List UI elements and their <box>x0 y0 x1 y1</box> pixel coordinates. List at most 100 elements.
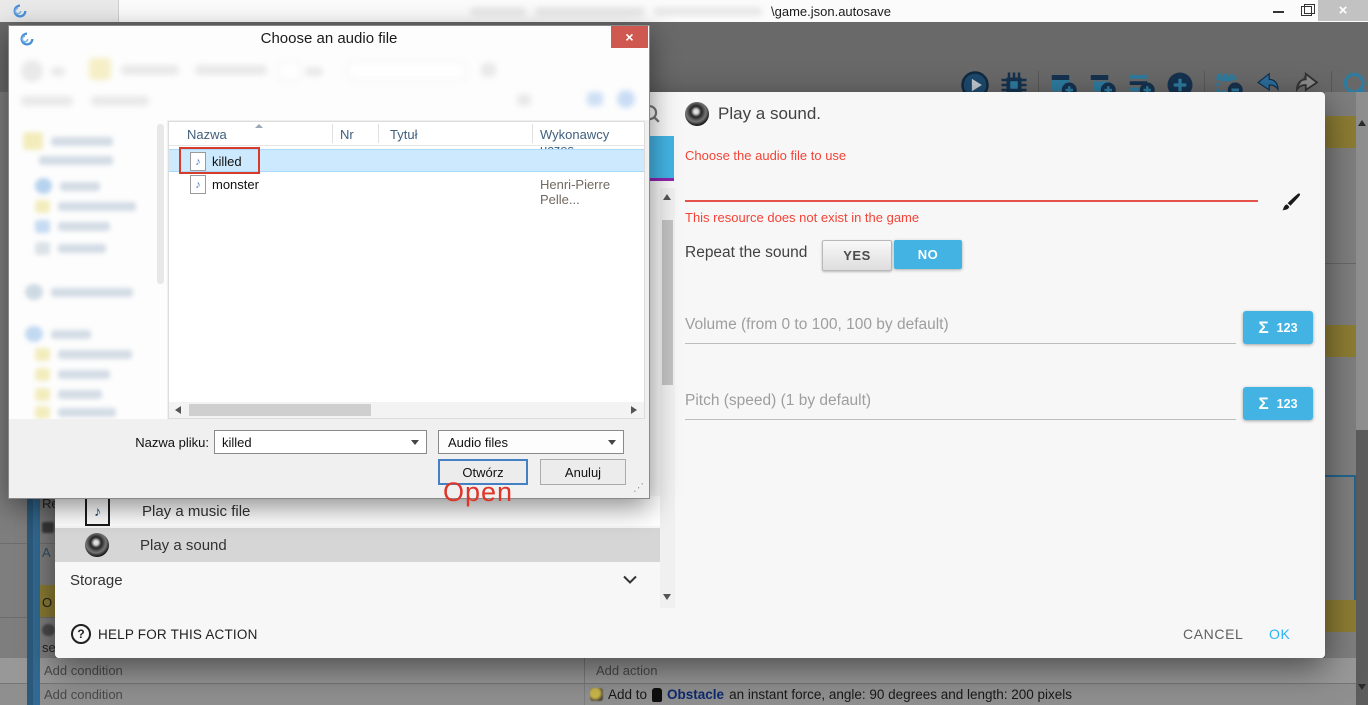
expression-badge: 123 <box>1277 397 1298 411</box>
category-tab-selected[interactable] <box>649 136 674 181</box>
events-scrollbar[interactable] <box>1356 92 1368 705</box>
close-icon: × <box>1339 3 1348 18</box>
scroll-down-icon[interactable] <box>663 594 671 600</box>
events-sheet-right <box>1325 92 1356 705</box>
action-object-name: Obstacle <box>667 687 724 702</box>
help-label: HELP FOR THIS ACTION <box>98 627 258 642</box>
scrollbar-thumb[interactable] <box>662 220 673 385</box>
column-divider[interactable] <box>378 124 379 143</box>
action-text-prefix: Add to <box>608 687 647 702</box>
audio-error-text: This resource does not exist in the game <box>685 210 919 225</box>
expression-badge: 123 <box>1277 321 1298 335</box>
file-list-panel: Nazwa Nr Tytuł Wykonawcy uczes... ♪ kill… <box>168 121 645 419</box>
minimize-button[interactable] <box>1266 0 1290 21</box>
blurred-blob <box>481 63 496 77</box>
annotation-rectangle <box>179 147 260 174</box>
column-header-title[interactable]: Tytuł <box>390 127 417 142</box>
filename-combobox[interactable]: killed <box>214 430 427 454</box>
action-list-item-music[interactable]: ♪ Play a music file <box>55 496 660 526</box>
file-artist: Henri-Pierre Pelle... <box>540 177 644 207</box>
explorer-toolbar-blurred <box>9 52 649 120</box>
file-row-monster[interactable]: ♪ monster Henri-Pierre Pelle... <box>169 173 644 196</box>
close-icon: × <box>625 30 633 44</box>
speaker-icon <box>85 533 109 557</box>
volume-field[interactable]: Volume (from 0 to 100, 100 by default) <box>685 314 1236 344</box>
action-list-item-sound[interactable]: Play a sound <box>55 528 660 562</box>
audio-field-underline <box>685 200 1258 202</box>
restore-icon-back <box>1304 4 1315 14</box>
cancel-button[interactable]: Anuluj <box>540 459 626 485</box>
pitch-expression-button[interactable]: Σ 123 <box>1243 387 1313 420</box>
annotation-open-label: Open <box>443 477 513 508</box>
scroll-right-icon[interactable] <box>631 406 637 414</box>
action-title: Play a sound. <box>718 104 821 124</box>
resize-grip-icon[interactable]: ⋰ <box>633 481 644 494</box>
music-note-glyph: ♪ <box>195 179 201 191</box>
no-label: NO <box>918 247 939 262</box>
audio-file-icon: ♪ <box>190 175 206 194</box>
action-list-item-label: Play a music file <box>142 503 250 520</box>
ok-button[interactable]: OK <box>1269 626 1290 642</box>
help-icon: ? <box>71 624 91 644</box>
scroll-up-icon[interactable] <box>663 194 671 200</box>
window-title-text: \game.json.autosave <box>771 4 891 19</box>
row-separator <box>1325 263 1356 264</box>
event-indent-bars <box>27 658 40 705</box>
volume-expression-button[interactable]: Σ 123 <box>1243 311 1313 344</box>
selected-event-outline <box>1321 475 1356 606</box>
pitch-underline <box>685 419 1236 420</box>
dropdown-arrow-icon[interactable] <box>411 440 419 445</box>
pitch-field[interactable]: Pitch (speed) (1 by default) <box>685 390 1236 420</box>
music-note-glyph: ♪ <box>94 503 101 519</box>
cancel-button-label: Anuluj <box>565 465 601 480</box>
blurred-breadcrumb <box>195 65 267 75</box>
column-divider[interactable] <box>532 124 533 143</box>
minimize-icon <box>1273 11 1284 13</box>
window-tab[interactable] <box>0 0 119 22</box>
cancel-button[interactable]: CANCEL <box>1183 626 1243 642</box>
pitch-label: Pitch (speed) (1 by default) <box>685 392 871 410</box>
partial-event-text: A <box>42 545 51 560</box>
window-title: \game.json.autosave <box>470 4 891 19</box>
restore-button[interactable] <box>1294 0 1318 21</box>
hscrollbar-thumb[interactable] <box>189 404 371 416</box>
dropdown-arrow-icon[interactable] <box>608 440 616 445</box>
file-list-hscrollbar[interactable] <box>169 402 644 418</box>
sort-asc-icon <box>255 124 263 128</box>
file-dialog-titlebar[interactable]: Choose an audio file × <box>9 26 649 52</box>
help-link[interactable]: ? HELP FOR THIS ACTION <box>71 624 258 644</box>
add-action-link[interactable]: Add action <box>596 663 657 678</box>
events-bottom-rows: Add condition Add action Add condition A… <box>0 658 1356 705</box>
file-dialog-close-button[interactable]: × <box>611 26 648 48</box>
action-list-scrollbar[interactable] <box>660 188 675 608</box>
column-divider[interactable] <box>332 124 333 143</box>
add-condition-link[interactable]: Add condition <box>44 663 123 678</box>
event-action-row[interactable]: Add to Obstacle an instant force, angle:… <box>590 684 1072 705</box>
column-header-name[interactable]: Nazwa <box>187 127 227 142</box>
scroll-left-icon[interactable] <box>175 406 181 414</box>
event-highlight-yellow <box>1325 325 1356 357</box>
explorer-sidebar-blurred <box>9 120 167 420</box>
file-list-header: Nazwa Nr Tytuł Wykonawcy uczes... <box>169 122 644 146</box>
repeat-no-button[interactable]: NO <box>894 240 962 269</box>
audio-file-field[interactable] <box>685 170 1258 202</box>
close-button[interactable]: × <box>1318 0 1368 21</box>
sigma-icon: Σ <box>1258 318 1268 338</box>
sidebar-scrollbar[interactable] <box>157 124 164 284</box>
dialog-footer: ? HELP FOR THIS ACTION CANCEL OK <box>55 610 1325 658</box>
filetype-dropdown[interactable]: Audio files <box>438 430 624 454</box>
action-section-storage[interactable]: Storage <box>55 566 660 594</box>
repeat-yes-button[interactable]: YES <box>822 240 892 271</box>
scroll-down-icon[interactable] <box>1358 684 1366 690</box>
section-label: Storage <box>70 572 123 589</box>
obstacle-object-icon <box>652 688 662 702</box>
events-scrollbar-top <box>1356 92 1368 430</box>
add-condition-link[interactable]: Add condition <box>44 687 123 702</box>
partial-event-text: se <box>42 640 56 655</box>
volume-label: Volume (from 0 to 100, 100 by default) <box>685 316 949 334</box>
file-dialog-title: Choose an audio file <box>9 30 649 47</box>
column-header-nr[interactable]: Nr <box>340 127 354 142</box>
scroll-up-icon[interactable] <box>1358 120 1366 126</box>
blurred-blob <box>305 67 323 76</box>
brush-icon[interactable] <box>1277 190 1301 216</box>
